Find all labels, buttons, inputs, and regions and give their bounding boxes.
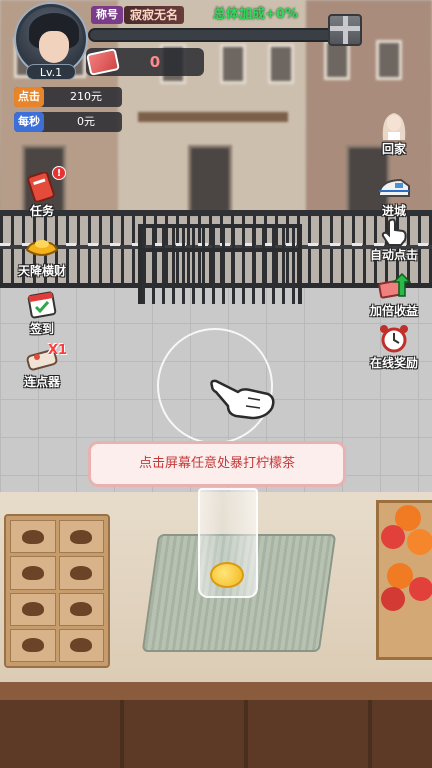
per-second-label: 每秒 (14, 112, 44, 132)
player-name[interactable]: 寂寂无名 (124, 6, 185, 24)
lemon-icon (210, 562, 244, 588)
menu-checkin-button[interactable]: 签到 (2, 290, 82, 348)
mold-cell (10, 556, 56, 590)
click-income-value: 210元 (70, 90, 102, 103)
mold-cell (58, 592, 104, 626)
menu-checkin-label: 签到 (29, 322, 54, 336)
ice-mold-tray (4, 514, 110, 668)
per-second-income-row: 每秒 0元 (14, 112, 122, 132)
menu-task-label: 任务 (29, 204, 54, 218)
gift-box-icon[interactable] (328, 14, 362, 46)
menu-autoclicker-label: 连点器 (23, 375, 60, 389)
mold-cell (58, 556, 104, 590)
calendar-checkin-icon (27, 291, 57, 319)
task-alert-badge: ! (52, 166, 66, 180)
mold-cell (58, 628, 104, 662)
menu-windfall-button[interactable]: 天降横财 (2, 232, 82, 290)
train-icon (378, 178, 410, 197)
railing-gate (138, 224, 302, 304)
mold-cell (10, 628, 56, 662)
player-level: Lv.1 (26, 64, 76, 80)
tap-hand-icon (381, 218, 407, 246)
tap-hint-bubble: 点击屏幕任意处暴打柠檬茶 (88, 441, 346, 487)
menu-autoclick-label: 自动点击 (369, 248, 418, 262)
counter-front (0, 700, 432, 768)
menu-windfall-label: 天降横财 (17, 264, 66, 278)
menu-home-button[interactable]: 回家 (354, 110, 432, 168)
click-income-label: 点击 (14, 87, 44, 107)
pointing-hand-icon (210, 379, 275, 420)
gold-ingot-icon (25, 240, 59, 256)
girl-portrait-icon (382, 113, 406, 140)
menu-autoclicker-button[interactable]: X1 连点器 (2, 343, 82, 401)
click-income-row: 点击 210元 (14, 87, 122, 107)
menu-home-label: 回家 (381, 142, 406, 156)
mold-cell (10, 520, 56, 554)
counter-edge (0, 682, 432, 702)
alarm-clock-icon (380, 325, 408, 353)
per-second-value: 0元 (77, 115, 95, 128)
mold-cell (58, 520, 104, 554)
mold-cell (10, 592, 56, 626)
menu-online-reward-button[interactable]: 在线奖励 (354, 324, 432, 382)
cash-value: 0 (149, 53, 161, 71)
fruit-crate (376, 500, 432, 660)
total-bonus: 总体加成+0% (213, 7, 298, 22)
menu-double-income-button[interactable]: 加倍收益 (354, 272, 432, 330)
double-income-icon (378, 272, 411, 299)
menu-autoclick-button[interactable]: 自动点击 (354, 216, 432, 274)
railing-gate-bar (138, 248, 302, 252)
menu-double-income-label: 加倍收益 (369, 304, 418, 318)
title-tag: 称号 (91, 6, 123, 24)
autoclicker-multiplier: X1 (48, 343, 68, 358)
avatar-face (39, 31, 69, 63)
menu-task-button[interactable]: ! 任务 (2, 166, 82, 230)
menu-online-reward-label: 在线奖励 (369, 356, 418, 370)
xp-progress-bar (88, 28, 338, 42)
